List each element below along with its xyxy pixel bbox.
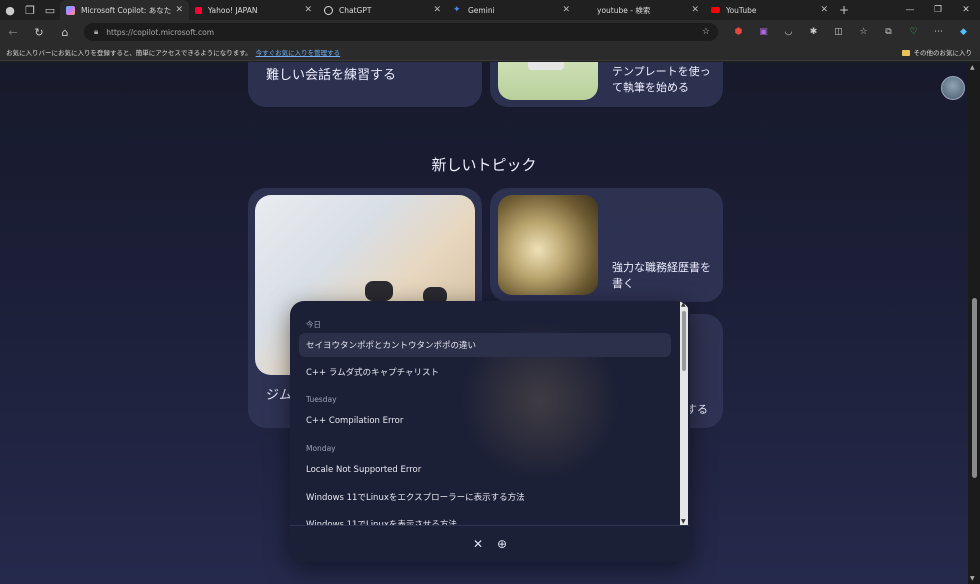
folder-icon [901, 50, 910, 56]
workspaces-icon[interactable]: ❐ [20, 0, 40, 20]
tab-bar: ● ❐ ▭ Microsoft Copilot: あなたの AI コ ✕ Yah… [0, 0, 980, 20]
new-tab-icon[interactable]: + [834, 3, 854, 17]
history-footer: ✕ ⊕ [290, 525, 690, 562]
other-favorites[interactable]: その他のお気に入り [901, 47, 973, 57]
history-list: 今日 セイヨウタンポポとカントウタンポポの違い C++ ラムダ式のキャプチャリス… [290, 301, 680, 525]
history-item[interactable]: セイヨウタンポポとカントウタンポポの違い [299, 333, 671, 357]
chatgpt-favicon-icon [324, 5, 333, 15]
ublock-icon[interactable]: ⬢ [726, 27, 751, 37]
extensions-icon[interactable]: ✱ [801, 27, 826, 37]
split-screen-icon[interactable]: ◫ [826, 27, 851, 37]
tab-yahoo[interactable]: Yahoo! JAPAN ✕ [189, 0, 318, 20]
tab-label: ChatGPT [339, 5, 372, 15]
tab-strip: Microsoft Copilot: あなたの AI コ ✕ Yahoo! JA… [60, 0, 834, 20]
close-window-icon[interactable]: ✕ [952, 0, 980, 20]
scroll-up-icon[interactable]: ▲ [970, 64, 975, 71]
card-label: テンプレートを使って執筆を始める [612, 65, 711, 94]
pocket-icon[interactable]: ◡ [776, 27, 801, 37]
history-panel: 今日 セイヨウタンポポとカントウタンポポの違い C++ ラムダ式のキャプチャリス… [290, 301, 690, 562]
blank-favicon-icon [582, 6, 591, 15]
favorites-bar: お気に入りバーにお気に入りを登録すると、簡単にアクセスできるようになります。 今… [0, 44, 980, 61]
tab-actions-icon[interactable]: ▭ [40, 0, 60, 20]
profile-icon[interactable]: ● [0, 0, 20, 20]
tab-label: Gemini [468, 5, 495, 15]
history-item[interactable]: Locale Not Supported Error [299, 458, 671, 482]
window-controls: — ❐ ✕ [896, 0, 980, 20]
home-icon[interactable]: ⌂ [52, 20, 78, 44]
user-avatar[interactable] [941, 76, 965, 100]
tab-youtube[interactable]: YouTube ✕ [705, 0, 834, 20]
favorites-icon[interactable]: ☆ [851, 27, 876, 37]
history-item[interactable]: C++ Compilation Error [299, 409, 671, 433]
close-tab-icon[interactable]: ✕ [304, 5, 312, 15]
history-item[interactable]: Windows 11でLinuxをエクスプローラーに表示する方法 [299, 485, 671, 509]
page-scrollbar[interactable]: ▲ ▼ [968, 62, 980, 584]
history-scrollbar[interactable]: ▲ ▼ [680, 301, 688, 525]
group-monday: Monday [306, 444, 336, 453]
copilot-favicon-icon [66, 5, 75, 15]
card-label: ジム [266, 388, 293, 403]
tab-gemini[interactable]: ✦ Gemini ✕ [447, 0, 576, 20]
scroll-up-icon[interactable]: ▲ [681, 301, 686, 308]
favorites-message: お気に入りバーにお気に入りを登録すると、簡単にアクセスできるようになります。 [6, 49, 252, 57]
refresh-icon[interactable]: ↻ [26, 20, 52, 44]
yahoo-favicon-icon [195, 6, 202, 14]
paper-image [498, 195, 598, 295]
tab-label: Microsoft Copilot: あなたの AI コ [81, 5, 172, 15]
lock-icon[interactable]: 🔒︎ [94, 27, 98, 37]
tab-label: YouTube [726, 5, 757, 15]
history-item[interactable]: C++ ラムダ式のキャプチャリスト [299, 360, 671, 384]
dumbbell-shape [365, 281, 393, 301]
tab-copilot[interactable]: Microsoft Copilot: あなたの AI コ ✕ [60, 0, 189, 20]
settings-menu-icon[interactable]: ⋯ [926, 27, 951, 37]
manage-favorites-link[interactable]: 今すぐお気に入りを管理する [256, 47, 341, 57]
section-title: 新しいトピック [431, 156, 537, 174]
scroll-down-icon[interactable]: ▼ [681, 518, 686, 525]
close-tab-icon[interactable]: ✕ [691, 5, 699, 15]
browser-essentials-icon[interactable]: ♡ [901, 27, 926, 37]
history-scroll-thumb[interactable] [682, 311, 686, 371]
card-label: 難しい会話を練習する [266, 68, 397, 83]
group-today: 今日 [306, 320, 321, 329]
card-label: 強力な職務経歴書を書く [612, 261, 711, 290]
minimize-icon[interactable]: — [896, 0, 924, 20]
tab-youtube-search[interactable]: youtube - 検索 ✕ [576, 0, 705, 20]
notebook-shape [528, 62, 564, 70]
copilot-sidebar-icon[interactable]: ◆ [951, 27, 976, 37]
tab-chatgpt[interactable]: ChatGPT ✕ [318, 0, 447, 20]
scrollbar-thumb[interactable] [972, 298, 977, 478]
address-bar[interactable]: 🔒︎ https://copilot.microsoft.com ☆ [84, 23, 718, 41]
back-icon[interactable]: ← [0, 20, 26, 44]
url-text[interactable]: https://copilot.microsoft.com [106, 28, 214, 37]
close-tab-icon[interactable]: ✕ [433, 5, 441, 15]
close-panel-icon[interactable]: ✕ [471, 537, 485, 551]
collections-icon[interactable]: ⧉ [876, 27, 901, 37]
tab-label: Yahoo! JAPAN [208, 5, 258, 15]
restore-icon[interactable]: ❐ [924, 0, 952, 20]
gemini-favicon-icon: ✦ [453, 4, 461, 15]
address-row: ← ↻ ⌂ 🔒︎ https://copilot.microsoft.com ☆… [0, 20, 980, 44]
onenote-icon[interactable]: ▣ [751, 27, 776, 37]
close-tab-icon[interactable]: ✕ [562, 5, 570, 15]
youtube-favicon-icon [711, 7, 720, 13]
notebook-image [498, 62, 598, 100]
card-resume[interactable]: 強力な職務経歴書を書く [490, 188, 723, 302]
card-template-writing[interactable]: テンプレートを使って執筆を始める [490, 62, 723, 107]
card-practice-conversation[interactable]: 難しい会話を練習する [248, 62, 482, 107]
group-tuesday: Tuesday [306, 395, 337, 404]
new-chat-icon[interactable]: ⊕ [495, 537, 509, 551]
other-favorites-label: その他のお気に入り [913, 49, 973, 57]
history-item[interactable]: Windows 11でLinuxを表示させる方法 [299, 512, 671, 525]
extensions-toolbar: ⬢ ▣ ◡ ✱ ◫ ☆ ⧉ ♡ ⋯ ◆ [726, 20, 976, 44]
scroll-down-icon[interactable]: ▼ [970, 575, 975, 582]
favorite-star-icon[interactable]: ☆ [702, 27, 710, 37]
close-tab-icon[interactable]: ✕ [820, 5, 828, 15]
close-tab-icon[interactable]: ✕ [175, 5, 183, 15]
tab-label: youtube - 検索 [597, 5, 651, 15]
